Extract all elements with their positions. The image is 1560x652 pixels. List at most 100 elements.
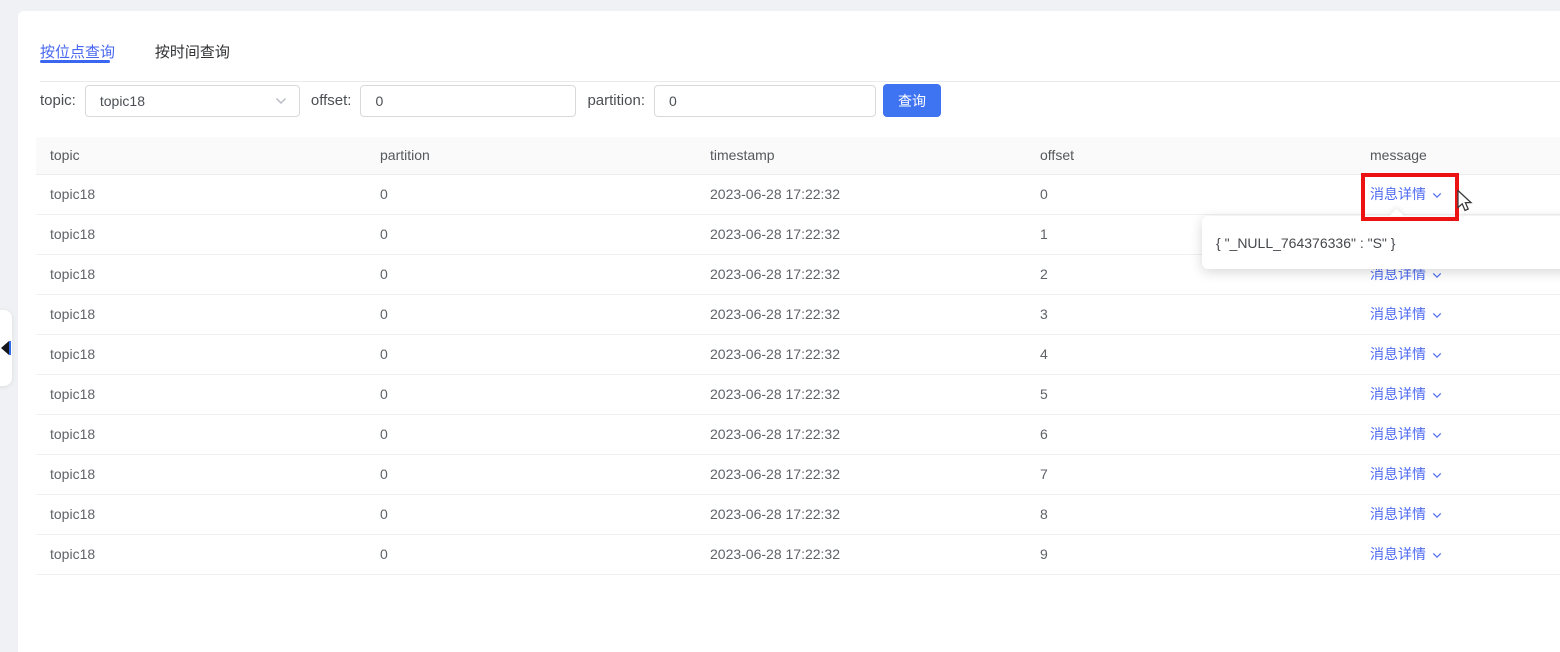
query-button[interactable]: 查询 [883, 84, 941, 117]
message-detail-content: { "_NULL_764376336" : "S" } [1216, 235, 1395, 251]
table-row: topic18 0 2023-06-28 17:22:32 8 消息详情 [36, 494, 1560, 534]
message-detail-link[interactable]: 消息详情 [1370, 426, 1442, 442]
cell-partition: 0 [366, 214, 696, 254]
content-card: 按位点查询 按时间查询 topic: topic18 offset: parti… [18, 11, 1560, 652]
cell-timestamp: 2023-06-28 17:22:32 [696, 374, 1026, 414]
cell-offset: 3 [1026, 294, 1356, 334]
column-header: topic [36, 137, 366, 174]
cell-topic: topic18 [36, 174, 366, 214]
column-header: offset [1026, 137, 1356, 174]
message-detail-link[interactable]: 消息详情 [1370, 346, 1442, 362]
cell-message: 消息详情 [1356, 494, 1560, 534]
cell-partition: 0 [366, 534, 696, 574]
chevron-down-icon [1432, 272, 1442, 279]
cell-timestamp: 2023-06-28 17:22:32 [696, 294, 1026, 334]
table-row: topic18 0 2023-06-28 17:22:32 5 消息详情 [36, 374, 1560, 414]
collapse-left-icon [1, 341, 9, 355]
table-row: topic18 0 2023-06-28 17:22:32 0 消息详情 [36, 174, 1560, 214]
cell-topic: topic18 [36, 214, 366, 254]
cell-topic: topic18 [36, 294, 366, 334]
cell-timestamp: 2023-06-28 17:22:32 [696, 334, 1026, 374]
message-detail-link[interactable]: 消息详情 [1370, 386, 1442, 402]
cell-timestamp: 2023-06-28 17:22:32 [696, 254, 1026, 294]
offset-input[interactable] [360, 85, 576, 117]
cell-timestamp: 2023-06-28 17:22:32 [696, 454, 1026, 494]
cell-offset: 9 [1026, 534, 1356, 574]
chevron-down-icon [1432, 312, 1442, 319]
message-detail-label: 消息详情 [1370, 346, 1426, 362]
cell-timestamp: 2023-06-28 17:22:32 [696, 414, 1026, 454]
cell-offset: 8 [1026, 494, 1356, 534]
cell-offset: 4 [1026, 334, 1356, 374]
drawer-collapse-handle[interactable] [0, 310, 12, 386]
cell-timestamp: 2023-06-28 17:22:32 [696, 174, 1026, 214]
table-header-row: topicpartitiontimestampoffsetmessage [36, 137, 1560, 174]
message-detail-link[interactable]: 消息详情 [1370, 506, 1442, 522]
cell-topic: topic18 [36, 534, 366, 574]
message-detail-link[interactable]: 消息详情 [1370, 466, 1442, 482]
partition-input[interactable] [654, 85, 876, 117]
tab-query-by-time[interactable]: 按时间查询 [155, 41, 230, 62]
cell-partition: 0 [366, 254, 696, 294]
topic-select-value: topic18 [100, 93, 275, 109]
cell-message: 消息详情 [1356, 174, 1560, 214]
cell-message: 消息详情 [1356, 534, 1560, 574]
topic-select[interactable]: topic18 [85, 85, 300, 117]
cell-partition: 0 [366, 494, 696, 534]
chevron-down-icon [1432, 472, 1442, 479]
message-detail-label: 消息详情 [1370, 186, 1426, 202]
chevron-down-icon [1432, 552, 1442, 559]
message-detail-label: 消息详情 [1370, 506, 1426, 522]
chevron-down-icon [1432, 192, 1442, 199]
message-detail-link[interactable]: 消息详情 [1370, 306, 1442, 322]
table-row: topic18 0 2023-06-28 17:22:32 3 消息详情 [36, 294, 1560, 334]
cell-partition: 0 [366, 174, 696, 214]
active-tab-ink-bar [40, 60, 110, 63]
cell-message: 消息详情 [1356, 294, 1560, 334]
cell-partition: 0 [366, 454, 696, 494]
cell-offset: 6 [1026, 414, 1356, 454]
message-detail-label: 消息详情 [1370, 466, 1426, 482]
cell-offset: 5 [1026, 374, 1356, 414]
table-row: topic18 0 2023-06-28 17:22:32 6 消息详情 [36, 414, 1560, 454]
chevron-down-icon [275, 97, 287, 105]
cell-timestamp: 2023-06-28 17:22:32 [696, 494, 1026, 534]
query-form: topic: topic18 offset: partition: 查询 [40, 84, 941, 117]
tabs-bar: 按位点查询 按时间查询 [40, 11, 1560, 82]
cell-message: 消息详情 [1356, 454, 1560, 494]
cell-topic: topic18 [36, 254, 366, 294]
page: { "tabs": [ { "label": "按位点查询", "active"… [0, 0, 1560, 652]
cell-timestamp: 2023-06-28 17:22:32 [696, 534, 1026, 574]
cell-timestamp: 2023-06-28 17:22:32 [696, 214, 1026, 254]
cell-message: 消息详情 [1356, 414, 1560, 454]
cell-topic: topic18 [36, 494, 366, 534]
cell-topic: topic18 [36, 374, 366, 414]
cell-topic: topic18 [36, 414, 366, 454]
message-detail-popup: { "_NULL_764376336" : "S" } [1202, 216, 1560, 269]
table-row: topic18 0 2023-06-28 17:22:32 4 消息详情 [36, 334, 1560, 374]
offset-label: offset: [311, 92, 352, 109]
message-detail-link[interactable]: 消息详情 [1370, 546, 1442, 562]
cell-topic: topic18 [36, 454, 366, 494]
cell-partition: 0 [366, 334, 696, 374]
message-detail-label: 消息详情 [1370, 386, 1426, 402]
column-header: partition [366, 137, 696, 174]
tab-query-by-offset[interactable]: 按位点查询 [40, 41, 115, 62]
message-detail-label: 消息详情 [1370, 546, 1426, 562]
cell-partition: 0 [366, 294, 696, 334]
column-header: timestamp [696, 137, 1026, 174]
chevron-down-icon [1432, 432, 1442, 439]
cell-topic: topic18 [36, 334, 366, 374]
cell-partition: 0 [366, 374, 696, 414]
column-header: message [1356, 137, 1560, 174]
table-row: topic18 0 2023-06-28 17:22:32 7 消息详情 [36, 454, 1560, 494]
partition-label: partition: [587, 92, 645, 109]
message-detail-label: 消息详情 [1370, 426, 1426, 442]
message-detail-link[interactable]: 消息详情 [1370, 186, 1442, 202]
cell-offset: 0 [1026, 174, 1356, 214]
cell-partition: 0 [366, 414, 696, 454]
results-table: topicpartitiontimestampoffsetmessage top… [36, 137, 1560, 575]
chevron-down-icon [1432, 392, 1442, 399]
message-detail-label: 消息详情 [1370, 306, 1426, 322]
tab-label: 按时间查询 [155, 44, 230, 61]
